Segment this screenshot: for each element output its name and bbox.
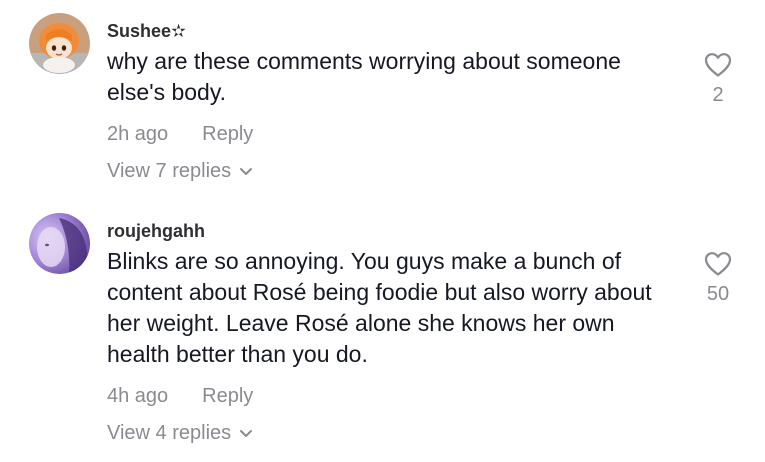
purple-portrait-avatar-icon xyxy=(29,213,90,274)
comment-timestamp: 2h ago xyxy=(107,123,169,145)
view-replies-label: View 4 replies xyxy=(107,422,232,444)
chevron-down-icon xyxy=(239,159,253,183)
comment-username[interactable]: Sushee✫ xyxy=(107,20,682,42)
view-replies-button[interactable]: View 7 replies xyxy=(107,159,253,183)
comment-timestamp: 4h ago xyxy=(107,385,169,407)
comment-text: why are these comments worrying about so… xyxy=(107,48,621,105)
avatar[interactable] xyxy=(29,13,90,74)
avatar[interactable] xyxy=(29,213,90,274)
comment-item: Sushee✫ why are these comments worrying … xyxy=(0,0,765,200)
view-replies-button[interactable]: View 4 replies xyxy=(107,421,253,445)
comment-meta: 4h ago Reply xyxy=(107,384,682,408)
like-count: 2 xyxy=(712,84,724,106)
view-replies-label: View 7 replies xyxy=(107,160,232,182)
comment-username[interactable]: roujehgahh xyxy=(107,220,682,242)
reply-button[interactable]: Reply xyxy=(202,123,253,145)
comment-item: roujehgahh Blinks are so annoying. You g… xyxy=(0,200,765,462)
heart-icon xyxy=(695,52,741,78)
anime-girl-avatar-icon xyxy=(29,13,90,74)
like-count: 50 xyxy=(706,283,730,305)
chevron-down-icon xyxy=(239,421,253,445)
reply-button[interactable]: Reply xyxy=(202,385,253,407)
comment-meta: 2h ago Reply xyxy=(107,122,682,146)
heart-icon xyxy=(695,251,741,277)
comment-text: Blinks are so annoying. You guys make a … xyxy=(107,248,652,367)
like-button[interactable]: 2 xyxy=(695,52,741,106)
like-button[interactable]: 50 xyxy=(695,251,741,305)
